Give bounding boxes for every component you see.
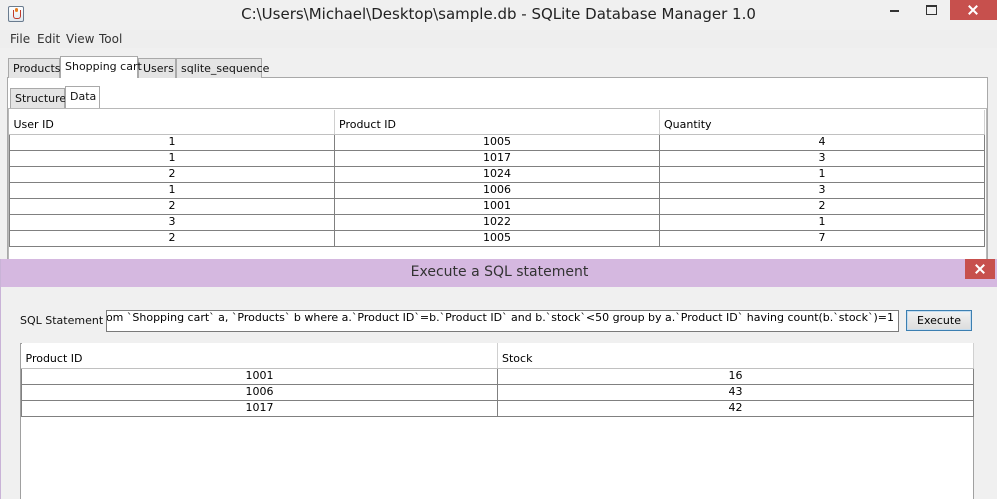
cell-product-id[interactable]: 1005 bbox=[334, 229, 660, 247]
table-row[interactable]: 2 1001 2 bbox=[9, 197, 985, 215]
dialog-close-button[interactable] bbox=[965, 259, 995, 279]
table-row[interactable]: 1 1017 3 bbox=[9, 149, 985, 167]
menu-edit[interactable]: Edit bbox=[37, 32, 60, 46]
cell-product-id[interactable]: 1006 bbox=[21, 383, 498, 401]
maximize-button[interactable] bbox=[914, 0, 948, 20]
dialog-title-bar: Execute a SQL statement bbox=[1, 259, 997, 287]
menu-tool[interactable]: Tool bbox=[99, 32, 122, 46]
menu-view[interactable]: View bbox=[66, 32, 94, 46]
tab-products[interactable]: Products bbox=[8, 58, 61, 78]
title-bar: C:\Users\Michael\Desktop\sample.db - SQL… bbox=[0, 0, 997, 30]
column-header-quantity[interactable]: Quantity bbox=[659, 110, 985, 135]
result-table: Product ID Stock 1001 16 1006 43 1017 42 bbox=[21, 343, 974, 417]
column-header-product-id[interactable]: Product ID bbox=[334, 110, 660, 135]
cell-product-id[interactable]: 1017 bbox=[334, 149, 660, 167]
cell-user-id[interactable]: 1 bbox=[9, 149, 335, 167]
sql-statement-input[interactable]: )`, b.`stock` from `Shopping cart` a, `P… bbox=[106, 310, 899, 332]
cell-stock[interactable]: 42 bbox=[497, 399, 974, 417]
dialog-title: Execute a SQL statement bbox=[410, 264, 589, 280]
cell-quantity[interactable]: 1 bbox=[659, 213, 985, 231]
execute-button[interactable]: Execute bbox=[906, 310, 972, 331]
table-row[interactable]: 1 1005 4 bbox=[9, 133, 985, 151]
column-header-product-id[interactable]: Product ID bbox=[21, 343, 498, 369]
sql-statement-text: )`, b.`stock` from `Shopping cart` a, `P… bbox=[106, 311, 894, 324]
cell-quantity[interactable]: 3 bbox=[659, 181, 985, 199]
table-row[interactable]: 2 1024 1 bbox=[9, 165, 985, 183]
menu-file[interactable]: File bbox=[10, 32, 30, 46]
cell-quantity[interactable]: 4 bbox=[659, 133, 985, 151]
cell-product-id[interactable]: 1017 bbox=[21, 399, 498, 417]
table-row[interactable]: 1001 16 bbox=[21, 367, 974, 385]
close-button[interactable] bbox=[950, 0, 997, 20]
tab-users[interactable]: Users bbox=[138, 58, 176, 78]
table-row[interactable]: 3 1022 1 bbox=[9, 213, 985, 231]
cell-user-id[interactable]: 2 bbox=[9, 197, 335, 215]
window-title: C:\Users\Michael\Desktop\sample.db - SQL… bbox=[241, 5, 756, 23]
cell-quantity[interactable]: 1 bbox=[659, 165, 985, 183]
cell-quantity[interactable]: 7 bbox=[659, 229, 985, 247]
cell-product-id[interactable]: 1024 bbox=[334, 165, 660, 183]
cell-product-id[interactable]: 1006 bbox=[334, 181, 660, 199]
tab-data[interactable]: Data bbox=[65, 86, 100, 108]
cell-quantity[interactable]: 2 bbox=[659, 197, 985, 215]
cell-user-id[interactable]: 3 bbox=[9, 213, 335, 231]
cell-product-id[interactable]: 1022 bbox=[334, 213, 660, 231]
cell-stock[interactable]: 43 bbox=[497, 383, 974, 401]
cell-product-id[interactable]: 1001 bbox=[21, 367, 498, 385]
menu-bar: File Edit View Tool bbox=[0, 30, 997, 48]
minimize-button[interactable] bbox=[878, 0, 912, 20]
tab-structure[interactable]: Structure bbox=[10, 88, 66, 108]
tab-shopping-cart[interactable]: Shopping cart bbox=[60, 56, 142, 78]
cell-quantity[interactable]: 3 bbox=[659, 149, 985, 167]
cell-stock[interactable]: 16 bbox=[497, 367, 974, 385]
cell-product-id[interactable]: 1005 bbox=[334, 133, 660, 151]
tab-sqlite-sequence[interactable]: sqlite_sequence bbox=[176, 58, 269, 78]
cell-user-id[interactable]: 2 bbox=[9, 165, 335, 183]
table-row[interactable]: 1 1006 3 bbox=[9, 181, 985, 199]
cell-user-id[interactable]: 1 bbox=[9, 133, 335, 151]
shopping-cart-table: User ID Product ID Quantity 1 1005 4 1 1… bbox=[9, 110, 985, 247]
table-row[interactable]: 2 1005 7 bbox=[9, 229, 985, 247]
sql-statement-label: SQL Statement bbox=[20, 314, 104, 327]
column-header-user-id[interactable]: User ID bbox=[9, 110, 335, 135]
cell-product-id[interactable]: 1001 bbox=[334, 197, 660, 215]
table-row[interactable]: 1017 42 bbox=[21, 399, 974, 417]
column-header-stock[interactable]: Stock bbox=[497, 343, 974, 369]
cell-user-id[interactable]: 2 bbox=[9, 229, 335, 247]
main-window: C:\Users\Michael\Desktop\sample.db - SQL… bbox=[0, 0, 997, 262]
cell-user-id[interactable]: 1 bbox=[9, 181, 335, 199]
table-row[interactable]: 1006 43 bbox=[21, 383, 974, 401]
